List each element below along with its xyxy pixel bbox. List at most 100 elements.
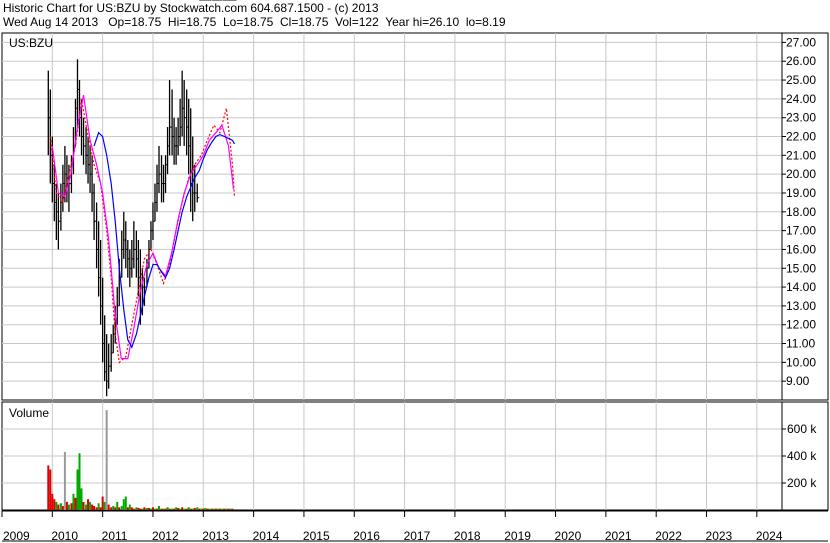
price-tick-label: 18.00 xyxy=(786,205,816,219)
price-tick-label: 17.00 xyxy=(786,224,816,238)
volume-bar xyxy=(214,508,217,510)
price-y-axis: 9.00 10.00 11.00 12.00 13.00 14.00 15.00 16.00 1… xyxy=(781,33,816,400)
price-tick-label: 13.00 xyxy=(786,299,816,313)
volume-bar xyxy=(173,508,176,510)
volume-bar xyxy=(210,508,213,510)
volume-bar xyxy=(179,508,182,510)
volume-bar xyxy=(168,508,171,510)
price-tick-label: 16.00 xyxy=(786,242,816,256)
volume-grid xyxy=(2,402,782,510)
volume-bar xyxy=(200,508,203,510)
volume-bar xyxy=(141,508,144,510)
x-tick-label: 2024 xyxy=(756,529,783,543)
volume-bar xyxy=(126,507,129,510)
volume-bar xyxy=(57,504,60,510)
x-tick-label: 2018 xyxy=(454,529,481,543)
x-tick-label: 2015 xyxy=(303,529,330,543)
price-tick-label: 25.00 xyxy=(786,73,816,87)
volume-tick-label: 200 k xyxy=(787,476,817,490)
volume-label: Volume xyxy=(9,406,49,420)
volume-bar xyxy=(218,508,221,510)
x-tick-label: 2014 xyxy=(253,529,280,543)
volume-bar xyxy=(147,507,150,510)
volume-bar xyxy=(185,508,188,510)
volume-bar xyxy=(87,499,90,510)
volume-bar xyxy=(158,505,161,510)
volume-bar xyxy=(221,508,224,510)
volume-bar xyxy=(51,493,54,510)
volume-bar xyxy=(187,507,190,510)
volume-bar xyxy=(93,505,96,510)
volume-y-axis: 200 k 400 k 600 k xyxy=(781,402,817,510)
volume-bar xyxy=(65,501,68,510)
price-tick-label: 19.00 xyxy=(786,186,816,200)
volume-bar xyxy=(130,507,133,510)
volume-bar xyxy=(74,497,77,510)
volume-bar xyxy=(143,507,146,510)
volume-bar xyxy=(191,508,194,510)
volume-bar xyxy=(208,508,211,510)
x-tick-label: 2020 xyxy=(555,529,582,543)
volume-bar xyxy=(49,469,52,510)
volume-bar xyxy=(216,508,219,510)
volume-bar xyxy=(135,507,138,510)
x-tick-label: 2021 xyxy=(605,529,632,543)
volume-bar xyxy=(145,507,148,510)
volume-bar xyxy=(82,501,85,510)
volume-bar xyxy=(53,499,56,510)
volume-bar xyxy=(91,504,94,510)
volume-bar xyxy=(212,508,215,510)
volume-panel: Volume 200 k 400 k 600 k xyxy=(1,401,829,511)
volume-bar xyxy=(204,507,207,510)
x-tick-label: 2016 xyxy=(353,529,380,543)
volume-bar xyxy=(155,508,158,510)
price-marks xyxy=(47,0,237,397)
volume-bar xyxy=(183,508,186,510)
volume-bar xyxy=(193,507,196,510)
volume-bar xyxy=(120,505,123,510)
volume-bar xyxy=(231,508,234,510)
x-axis: 2009 2010 2011 2012 2013 2014 2015 2016 2017 2018… xyxy=(1,510,828,543)
price-panel: US:BZU 9.00 10.00 11.00 12.00 13.00 14.00 15.0… xyxy=(1,0,829,401)
volume-bar xyxy=(103,501,106,510)
volume-bar xyxy=(149,508,152,510)
volume-bar xyxy=(61,505,64,510)
x-tick-label: 2023 xyxy=(706,529,733,543)
price-tick-label: 23.00 xyxy=(786,111,816,125)
volume-bar xyxy=(112,505,115,510)
volume-bar xyxy=(124,496,127,510)
x-tick-label: 2011 xyxy=(102,529,128,543)
price-tick-label: 26.00 xyxy=(786,54,816,68)
x-tick-label: 2013 xyxy=(202,529,229,543)
x-tick-label: 2012 xyxy=(152,529,179,543)
volume-bar xyxy=(97,503,100,510)
symbol-label: US:BZU xyxy=(9,36,53,50)
volume-bar xyxy=(177,507,180,510)
volume-bar xyxy=(225,508,228,510)
volume-bar xyxy=(76,469,79,510)
volume-bar xyxy=(89,501,92,510)
volume-bar xyxy=(166,507,169,510)
volume-bar xyxy=(107,504,110,510)
x-tick-label: 2009 xyxy=(3,529,30,543)
volume-bar xyxy=(153,508,156,510)
volume-bar xyxy=(105,410,108,510)
volume-bar xyxy=(151,507,154,510)
historic-stock-chart: US:BZU 9.00 10.00 11.00 12.00 13.00 14.00 15.0… xyxy=(1,0,829,543)
volume-bar xyxy=(63,451,66,510)
price-tick-label: 21.00 xyxy=(786,148,816,162)
price-panel-frame xyxy=(1,32,829,401)
volume-bar xyxy=(196,507,199,510)
volume-bar xyxy=(227,508,230,510)
volume-bar xyxy=(132,508,135,510)
x-tick-label: 2010 xyxy=(51,529,78,543)
volume-bar xyxy=(70,503,73,510)
volume-bar xyxy=(160,508,163,510)
volume-bar xyxy=(162,508,165,510)
volume-bar xyxy=(59,503,62,510)
volume-bar xyxy=(67,504,70,510)
volume-bar xyxy=(101,496,104,510)
x-tick-label: 2017 xyxy=(404,529,431,543)
volume-bar xyxy=(198,508,201,510)
volume-bar xyxy=(114,507,117,510)
